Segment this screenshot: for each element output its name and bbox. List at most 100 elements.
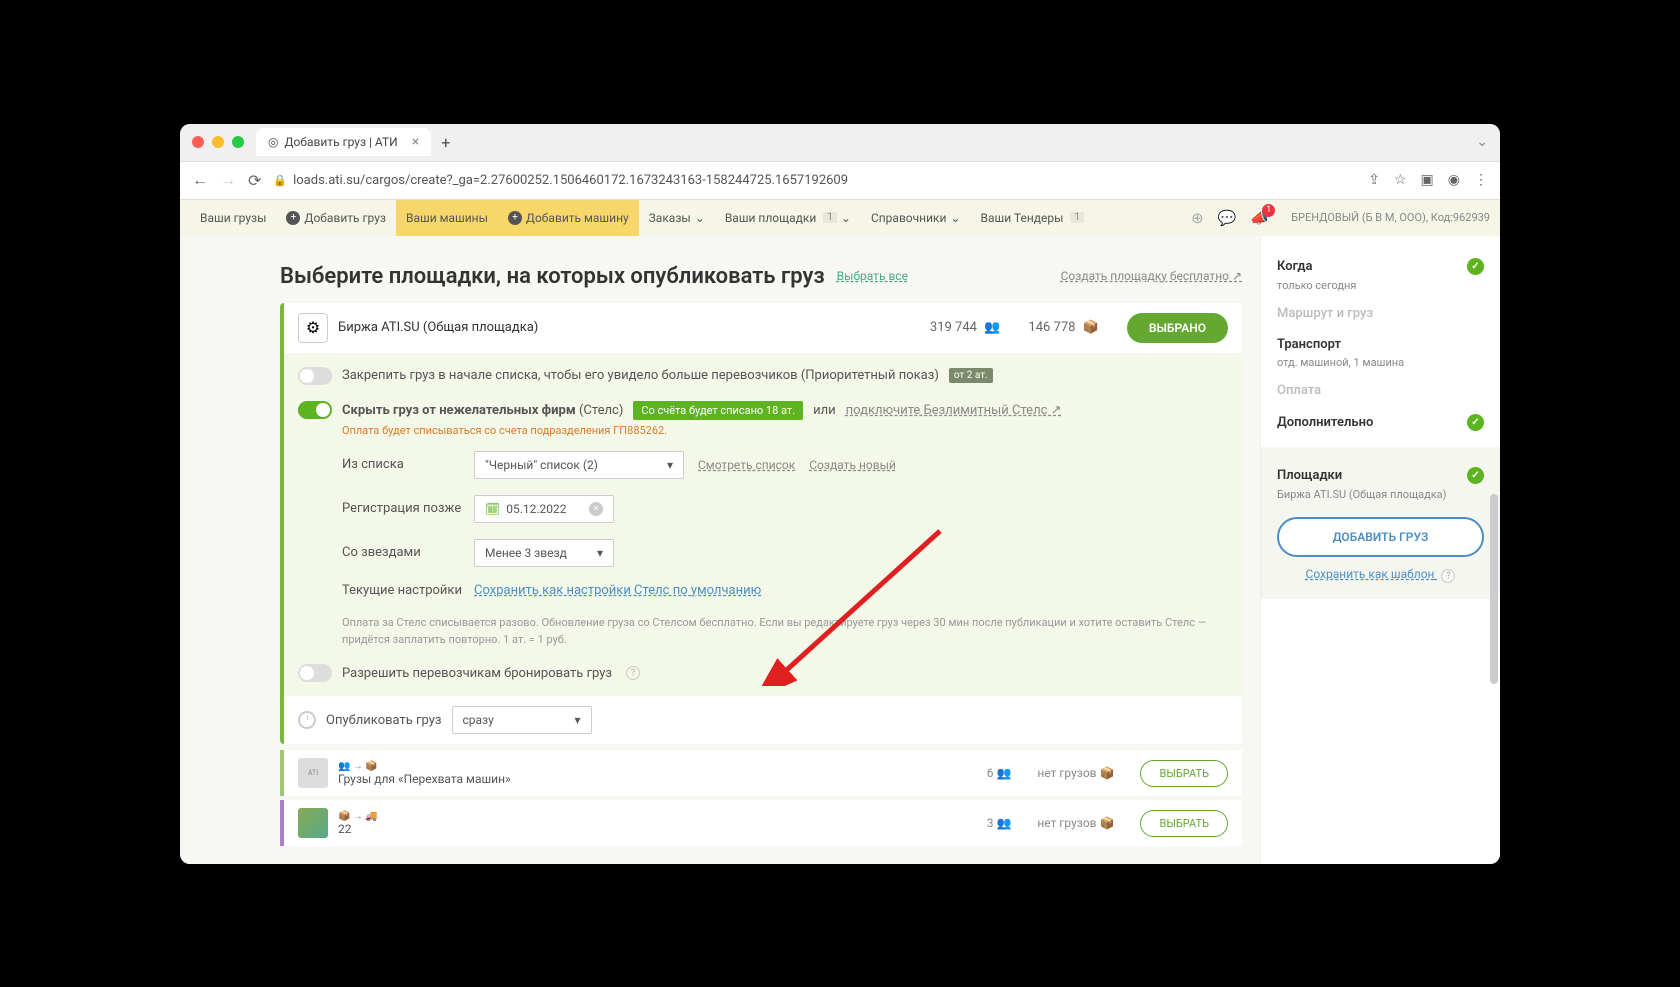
stealth-label: Скрыть груз от нежелательных фирм (Стелс… [342, 403, 623, 418]
nav-orders[interactable]: Заказы ⌄ [639, 200, 715, 236]
lock-icon: 🔒 [273, 174, 287, 187]
forward-button[interactable]: → [220, 170, 236, 190]
browser-tab[interactable]: ◎ Добавить груз | АТИ × [256, 128, 431, 156]
pin-toggle[interactable] [298, 367, 332, 385]
list-title: Грузы для «Перехвата машин» [338, 772, 511, 786]
options-panel: Закрепить груз в начале списка, чтобы ег… [284, 353, 1242, 697]
globe-icon: ◎ [268, 135, 278, 149]
nav-add-cargo[interactable]: +Добавить груз [276, 200, 396, 236]
nav-refs[interactable]: Справочники ⌄ [861, 200, 971, 236]
stars-label: Со звездами [342, 545, 474, 560]
pin-row: Закрепить груз в начале списка, чтобы ег… [298, 367, 1224, 385]
side-payment[interactable]: Оплата [1277, 375, 1484, 406]
reg-after-label: Регистрация позже [342, 501, 474, 516]
create-list-link[interactable]: Создать новый [809, 458, 896, 472]
stars-select[interactable]: Менее 3 звезд▾ [474, 539, 614, 567]
clock-icon [298, 711, 316, 729]
reg-row: Регистрация позже 🗓 05.12.2022 × [298, 495, 1224, 523]
list-icons: 👥 → 📦 [338, 761, 511, 772]
tabs-chevron-icon[interactable]: ⌄ [1476, 134, 1488, 150]
side-route[interactable]: Маршрут и груз [1277, 298, 1484, 329]
add-cargo-button[interactable]: ДОБАВИТЬ ГРУЗ [1277, 517, 1484, 557]
stealth-subtext: Оплата будет списываться со счета подраз… [342, 424, 1224, 437]
thumbnail: ATI [298, 758, 328, 788]
traffic-lights [192, 136, 244, 148]
create-platform-link[interactable]: Создать площадку бесплатно ↗ [1061, 269, 1242, 283]
help-icon[interactable]: ? [1441, 569, 1455, 583]
clear-date-icon[interactable]: × [589, 502, 603, 516]
select-all-link[interactable]: Выбрать все [837, 269, 908, 283]
nav-my-vehicles[interactable]: Ваши машины [396, 200, 498, 236]
user-label[interactable]: БРЕНДОВЫЙ (Б В М, ООО), Код:962939 [1283, 211, 1490, 224]
close-tab-icon[interactable]: × [412, 134, 419, 150]
main-column: Выберите площадки, на которых опубликова… [180, 236, 1260, 864]
menu-icon[interactable]: ⋮ [1474, 172, 1488, 188]
gear-icon: ⚙ [298, 313, 328, 343]
side-extra[interactable]: Дополнительно✓ [1277, 406, 1484, 439]
nav-my-platforms[interactable]: Ваши площадки1 ⌄ [715, 200, 861, 236]
nav-my-cargos[interactable]: Ваши грузы [190, 200, 276, 236]
save-template-link[interactable]: Сохранить как шаблон ? [1277, 567, 1484, 583]
page-head: Выберите площадки, на которых опубликова… [280, 264, 1242, 289]
chevron-down-icon: ⌄ [950, 211, 960, 225]
close-window-icon[interactable] [192, 136, 204, 148]
unlimited-stealth-link[interactable]: подключите Безлимитный Стелс ↗ [846, 403, 1062, 418]
check-icon: ✓ [1467, 414, 1484, 431]
bookmark-icon[interactable]: ☆ [1394, 172, 1407, 188]
chat-icon[interactable]: 💬 [1218, 209, 1237, 227]
list-nocargo: нет грузов 📦 [1037, 766, 1114, 780]
card-title: Биржа ATI.SU (Общая площадка) [338, 320, 538, 335]
reload-button[interactable]: ⟳ [248, 171, 261, 190]
minimize-window-icon[interactable] [212, 136, 224, 148]
thumbnail [298, 808, 328, 838]
help-icon[interactable]: ? [626, 666, 640, 680]
from-list-label: Из списка [342, 457, 474, 472]
chevron-down-icon: ⌄ [841, 211, 851, 225]
publish-label: Опубликовать груз [326, 713, 442, 728]
select-button[interactable]: ВЫБРАТЬ [1140, 810, 1228, 837]
share-icon[interactable]: ⇪ [1368, 172, 1380, 188]
panel-icon[interactable]: ▣ [1421, 172, 1434, 188]
url-text: loads.ati.su/cargos/create?_ga=2.2760025… [293, 173, 848, 188]
platform-card: ⚙ Биржа ATI.SU (Общая площадка) 319 744 … [280, 303, 1242, 745]
url-field[interactable]: 🔒 loads.ati.su/cargos/create?_ga=2.27600… [273, 173, 1356, 188]
nav-add-vehicle[interactable]: +Добавить машину [498, 200, 639, 236]
maximize-window-icon[interactable] [232, 136, 244, 148]
titlebar: ◎ Добавить груз | АТИ × + ⌄ [180, 124, 1500, 162]
list-select[interactable]: "Черный" список (2)▾ [474, 451, 684, 479]
list-nocargo: нет грузов 📦 [1037, 816, 1114, 830]
selected-button[interactable]: ВЫБРАНО [1127, 313, 1228, 343]
plus-icon: + [286, 211, 300, 225]
list-item: ATI 👥 → 📦 Грузы для «Перехвата машин» 6 … [280, 750, 1242, 796]
new-tab-button[interactable]: + [441, 133, 450, 152]
select-button[interactable]: ВЫБРАТЬ [1140, 760, 1228, 787]
calendar-icon: 🗓 [485, 502, 500, 516]
save-default-link[interactable]: Сохранить как настройки Стелс по умолчан… [474, 583, 761, 598]
stealth-row: Скрыть груз от нежелательных фирм (Стелс… [298, 401, 1224, 420]
browser-window: ◎ Добавить груз | АТИ × + ⌄ ← → ⟳ 🔒 load… [180, 124, 1500, 864]
chevron-down-icon: ▾ [574, 713, 580, 727]
browser-actions: ⇪ ☆ ▣ ◉ ⋮ [1368, 172, 1488, 188]
publish-select[interactable]: сразу▾ [452, 706, 592, 734]
search-icon[interactable]: ⊕ [1191, 209, 1204, 227]
profile-icon[interactable]: ◉ [1448, 172, 1460, 188]
booking-toggle[interactable] [298, 664, 332, 682]
stealth-help: Оплата за Стелс списывается разово. Обно… [298, 615, 1224, 648]
stealth-toggle[interactable] [298, 401, 332, 419]
platform-list: ATI 👥 → 📦 Грузы для «Перехвата машин» 6 … [280, 750, 1242, 846]
list-item: 📦 → 🚚 22 3 👥 нет грузов 📦 ВЫБРАТЬ [280, 800, 1242, 846]
notifications-icon[interactable]: 📣1 [1250, 209, 1269, 227]
stat-cargos: 146 778 📦 [1028, 320, 1098, 335]
view-list-link[interactable]: Смотреть список [698, 458, 795, 472]
current-label: Текущие настройки [342, 583, 474, 600]
people-icon: 👥 [981, 320, 1000, 335]
address-bar: ← → ⟳ 🔒 loads.ati.su/cargos/create?_ga=2… [180, 162, 1500, 200]
scrollbar[interactable] [1488, 236, 1500, 864]
count-badge: 1 [823, 212, 837, 223]
card-header: ⚙ Биржа ATI.SU (Общая площадка) 319 744 … [284, 303, 1242, 353]
back-button[interactable]: ← [192, 170, 208, 190]
nav-my-tenders[interactable]: Ваши Тендеры1 [971, 200, 1095, 236]
date-input[interactable]: 🗓 05.12.2022 × [474, 495, 614, 523]
scroll-thumb[interactable] [1490, 494, 1498, 684]
booking-label: Разрешить перевозчикам бронировать груз [342, 666, 612, 681]
